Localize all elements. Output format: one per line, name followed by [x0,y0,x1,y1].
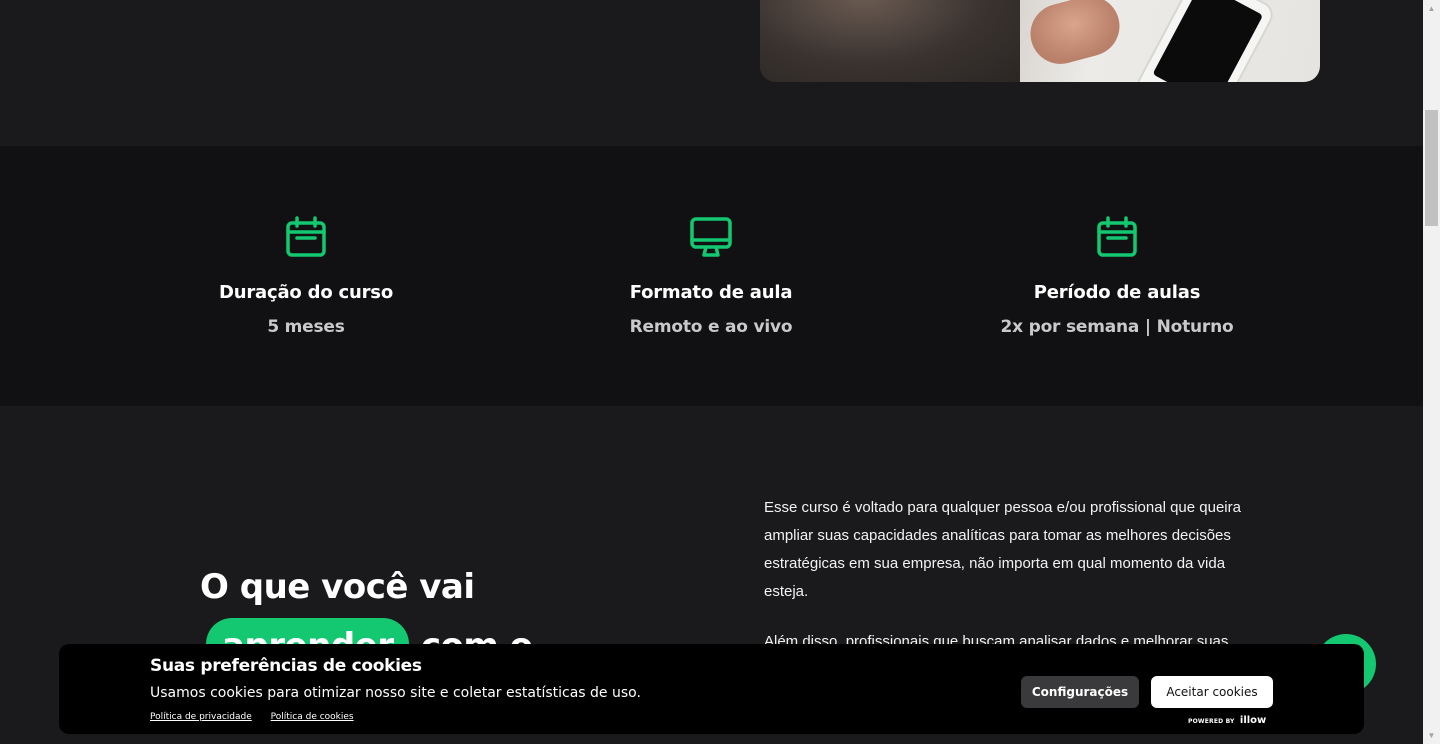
calendar-icon [1097,216,1137,257]
illow-logo: illow [1239,715,1267,726]
feature-title: Duração do curso [219,282,393,303]
cookie-settings-button[interactable]: Configurações [1021,676,1139,708]
hero-image-hand [1023,0,1127,71]
cookie-banner: Suas preferências de cookies Usamos cook… [59,644,1364,734]
feature-duration: Duração do curso 5 meses [106,216,506,337]
learn-heading-line1: O que você vai [200,567,475,607]
powered-by-label: POWERED BY [1188,718,1235,725]
cookie-text: Usamos cookies para otimizar nosso site … [150,685,641,701]
course-features: Duração do curso 5 meses Formato de aula… [0,146,1423,406]
calendar-icon [286,216,326,257]
scrollbar[interactable]: ▲ ▼ [1423,0,1440,744]
feature-title: Período de aulas [1033,282,1201,303]
hero-image [760,0,1320,82]
cookie-links: Política de privacidade Política de cook… [150,712,370,722]
powered-by: POWERED BY illow [1188,715,1266,726]
course-description: Esse curso é voltado para qualquer pesso… [764,494,1264,656]
feature-title: Formato de aula [629,282,793,303]
scrollbar-thumb[interactable] [1425,110,1438,226]
feature-value: Remoto e ao vivo [629,317,793,337]
accept-cookies-button[interactable]: Aceitar cookies [1151,676,1273,708]
privacy-policy-link[interactable]: Política de privacidade [150,712,252,722]
scroll-down-arrow-icon[interactable]: ▼ [1423,727,1440,744]
monitor-icon [690,217,732,257]
description-paragraph: Esse curso é voltado para qualquer pesso… [764,499,1241,600]
feature-format: Formato de aula Remoto e ao vivo [511,216,911,337]
page: Duração do curso 5 meses Formato de aula… [0,0,1423,744]
feature-value: 5 meses [267,317,345,337]
hero-image-phone [1132,0,1278,82]
scroll-up-arrow-icon[interactable]: ▲ [1423,0,1440,17]
cookie-policy-link[interactable]: Política de cookies [271,712,354,722]
feature-schedule: Período de aulas 2x por semana | Noturno [917,216,1317,337]
feature-value: 2x por semana | Noturno [1000,317,1234,337]
cookie-title: Suas preferências de cookies [150,656,422,676]
hero-image-arm [760,0,1020,82]
